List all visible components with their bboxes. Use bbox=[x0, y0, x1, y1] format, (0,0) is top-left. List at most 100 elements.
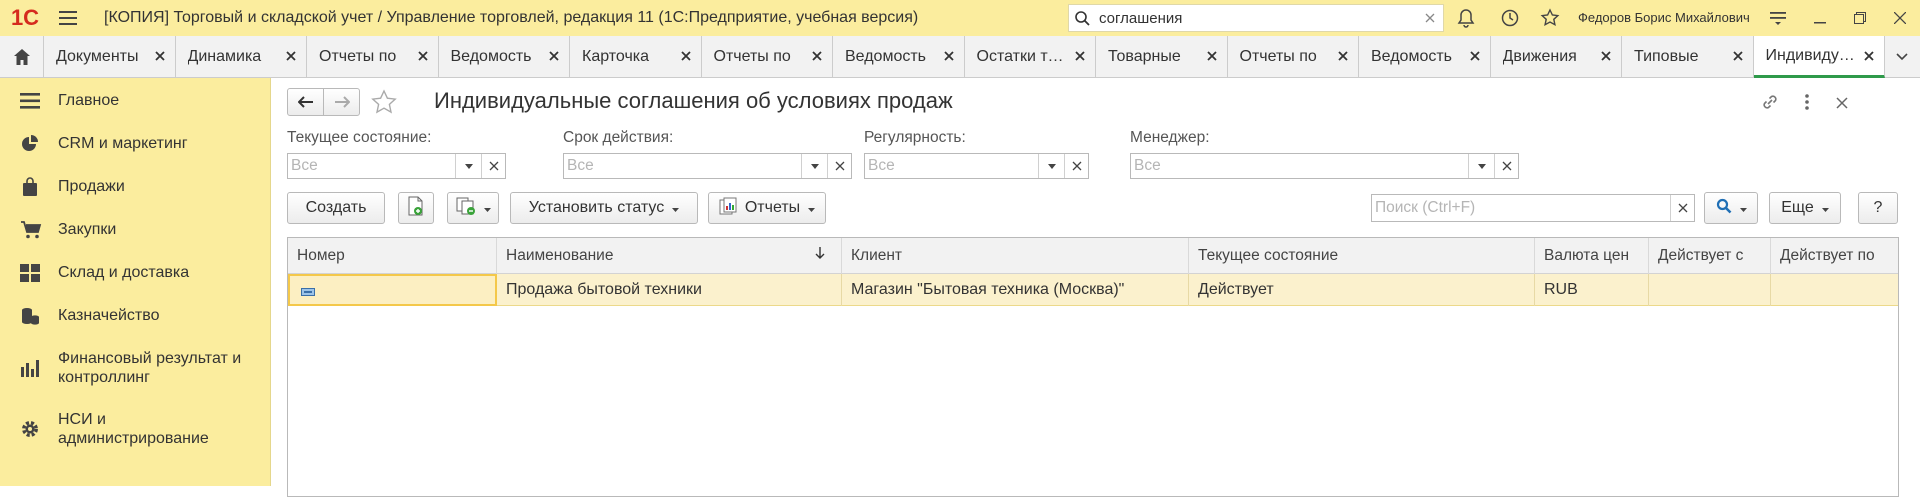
close-tab-icon[interactable] bbox=[679, 49, 693, 63]
close-form-icon[interactable] bbox=[1832, 93, 1852, 113]
close-tab-icon[interactable] bbox=[416, 49, 430, 63]
filter-state-field[interactable]: Все bbox=[287, 153, 506, 179]
filter-regularity-field[interactable]: Все bbox=[864, 153, 1089, 179]
close-tab-icon[interactable] bbox=[547, 49, 561, 63]
list-search-input[interactable]: Поиск (Ctrl+F) bbox=[1372, 195, 1670, 221]
reports-button[interactable]: Отчеты bbox=[708, 192, 826, 224]
global-search-input[interactable] bbox=[1095, 9, 1417, 27]
restore-icon[interactable] bbox=[1840, 0, 1880, 36]
cell-valid-to[interactable] bbox=[1771, 274, 1898, 306]
bell-icon[interactable] bbox=[1446, 0, 1486, 36]
tab-window[interactable]: Индивидуальные bbox=[1753, 36, 1885, 78]
tab-window[interactable]: Отчеты по bbox=[307, 36, 439, 78]
search-button[interactable] bbox=[1704, 192, 1758, 224]
cell-valid-from[interactable] bbox=[1649, 274, 1771, 306]
favorite-star-icon[interactable] bbox=[370, 89, 398, 117]
column-header-valid-from[interactable]: Действует с bbox=[1649, 238, 1771, 274]
close-tab-icon[interactable] bbox=[810, 49, 824, 63]
close-tab-icon[interactable] bbox=[284, 49, 298, 63]
minimize-icon[interactable] bbox=[1800, 0, 1840, 36]
cell-client[interactable]: Магазин "Бытовая техника (Москва)" bbox=[842, 274, 1189, 306]
close-tab-icon[interactable] bbox=[1599, 49, 1613, 63]
tab-window[interactable]: Ведомость bbox=[1359, 36, 1491, 78]
close-tab-icon[interactable] bbox=[1862, 49, 1876, 63]
clear-search-icon[interactable] bbox=[1417, 5, 1443, 31]
sidebar-item-crm[interactable]: CRM и маркетинг bbox=[0, 133, 188, 155]
column-header-state[interactable]: Текущее состояние bbox=[1189, 238, 1535, 274]
filter-state-value[interactable]: Все bbox=[288, 154, 455, 178]
home-icon[interactable] bbox=[0, 36, 44, 78]
clear-icon[interactable] bbox=[827, 154, 851, 178]
close-tab-icon[interactable] bbox=[1336, 49, 1350, 63]
dropdown-arrow-icon[interactable] bbox=[1038, 154, 1064, 178]
dropdown-arrow-icon[interactable] bbox=[1468, 154, 1494, 178]
column-header-currency[interactable]: Валюта цен bbox=[1535, 238, 1649, 274]
sidebar-item-warehouse[interactable]: Склад и доставка bbox=[0, 262, 189, 284]
main-menu-icon[interactable] bbox=[50, 0, 86, 36]
tab-window[interactable]: Движения bbox=[1491, 36, 1622, 78]
filter-term-field[interactable]: Все bbox=[563, 153, 852, 179]
create-button[interactable]: Создать bbox=[287, 192, 385, 224]
cell-number[interactable] bbox=[288, 274, 497, 306]
filter-term-value[interactable]: Все bbox=[564, 154, 801, 178]
tab-window[interactable]: Отчеты по bbox=[1228, 36, 1359, 78]
close-tab-icon[interactable] bbox=[153, 49, 167, 63]
sidebar-item-finance[interactable]: Финансовый результат и контроллинг bbox=[0, 348, 250, 387]
sidebar-item-main[interactable]: Главное bbox=[0, 90, 119, 112]
cell-name[interactable]: Продажа бытовой техники bbox=[497, 274, 842, 306]
close-tab-icon[interactable] bbox=[942, 49, 956, 63]
list-search-field[interactable]: Поиск (Ctrl+F) bbox=[1371, 194, 1695, 222]
set-status-button[interactable]: Установить статус bbox=[510, 192, 698, 224]
cell-currency[interactable]: RUB bbox=[1535, 274, 1649, 306]
more-button[interactable]: Еще bbox=[1769, 192, 1841, 224]
tab-window[interactable]: Типовые bbox=[1622, 36, 1754, 78]
close-tab-icon[interactable] bbox=[1731, 49, 1745, 63]
copy-document-button[interactable] bbox=[398, 192, 434, 224]
user-name[interactable]: Федоров Борис Михайлович bbox=[1578, 0, 1750, 36]
sidebar-item-treasury[interactable]: Казначейство bbox=[0, 305, 159, 327]
cell-state[interactable]: Действует bbox=[1189, 274, 1535, 306]
create-based-on-button[interactable] bbox=[447, 192, 499, 224]
tab-window[interactable]: Динамика bbox=[176, 36, 307, 78]
more-actions-icon[interactable] bbox=[1796, 92, 1818, 114]
back-button[interactable] bbox=[287, 88, 324, 116]
column-header-name[interactable]: Наименование bbox=[497, 238, 842, 274]
tab-window[interactable]: Ведомость bbox=[833, 36, 965, 78]
sidebar-item-sales[interactable]: Продажи bbox=[0, 176, 125, 198]
clear-icon[interactable] bbox=[1670, 195, 1694, 221]
close-window-icon[interactable] bbox=[1880, 0, 1920, 36]
close-tab-icon[interactable] bbox=[1073, 49, 1087, 63]
settings-menu-icon[interactable] bbox=[1758, 0, 1798, 36]
close-tab-icon[interactable] bbox=[1468, 49, 1482, 63]
column-header-valid-to[interactable]: Действует по bbox=[1771, 238, 1898, 274]
tab-window[interactable]: Отчеты по bbox=[702, 36, 833, 78]
dropdown-arrow-icon[interactable] bbox=[801, 154, 827, 178]
help-button[interactable]: ? bbox=[1858, 192, 1898, 224]
clear-icon[interactable] bbox=[1494, 154, 1518, 178]
link-icon[interactable] bbox=[1760, 92, 1782, 114]
filter-regularity-value[interactable]: Все bbox=[865, 154, 1038, 178]
tab-window[interactable]: Остатки товаров bbox=[965, 36, 1096, 78]
tab-window[interactable]: Карточка bbox=[570, 36, 702, 78]
favorites-star-icon[interactable] bbox=[1530, 0, 1570, 36]
close-tab-icon[interactable] bbox=[1205, 49, 1219, 63]
column-header-number[interactable]: Номер bbox=[288, 238, 497, 274]
sidebar-item-admin[interactable]: НСИ и администрирование bbox=[0, 409, 250, 448]
dropdown-arrow-icon[interactable] bbox=[455, 154, 481, 178]
create-based-on-icon bbox=[456, 196, 478, 221]
tab-window[interactable]: Ведомость bbox=[439, 36, 570, 78]
sidebar-item-purchases[interactable]: Закупки bbox=[0, 219, 116, 241]
filter-manager-value[interactable]: Все bbox=[1131, 154, 1468, 178]
column-header-client[interactable]: Клиент bbox=[842, 238, 1189, 274]
history-icon[interactable] bbox=[1490, 0, 1530, 36]
table-row[interactable]: Продажа бытовой техники Магазин "Бытовая… bbox=[288, 274, 1898, 306]
tab-window[interactable]: Документы bbox=[44, 36, 176, 78]
clear-icon[interactable] bbox=[481, 154, 505, 178]
tabs-more-chevron-icon[interactable] bbox=[1885, 36, 1919, 78]
filter-manager-field[interactable]: Все bbox=[1130, 153, 1519, 179]
tab-label: Ведомость bbox=[845, 48, 927, 65]
global-search[interactable] bbox=[1068, 4, 1444, 32]
tab-window[interactable]: Товарные bbox=[1096, 36, 1228, 78]
forward-button[interactable] bbox=[323, 88, 360, 116]
clear-icon[interactable] bbox=[1064, 154, 1088, 178]
